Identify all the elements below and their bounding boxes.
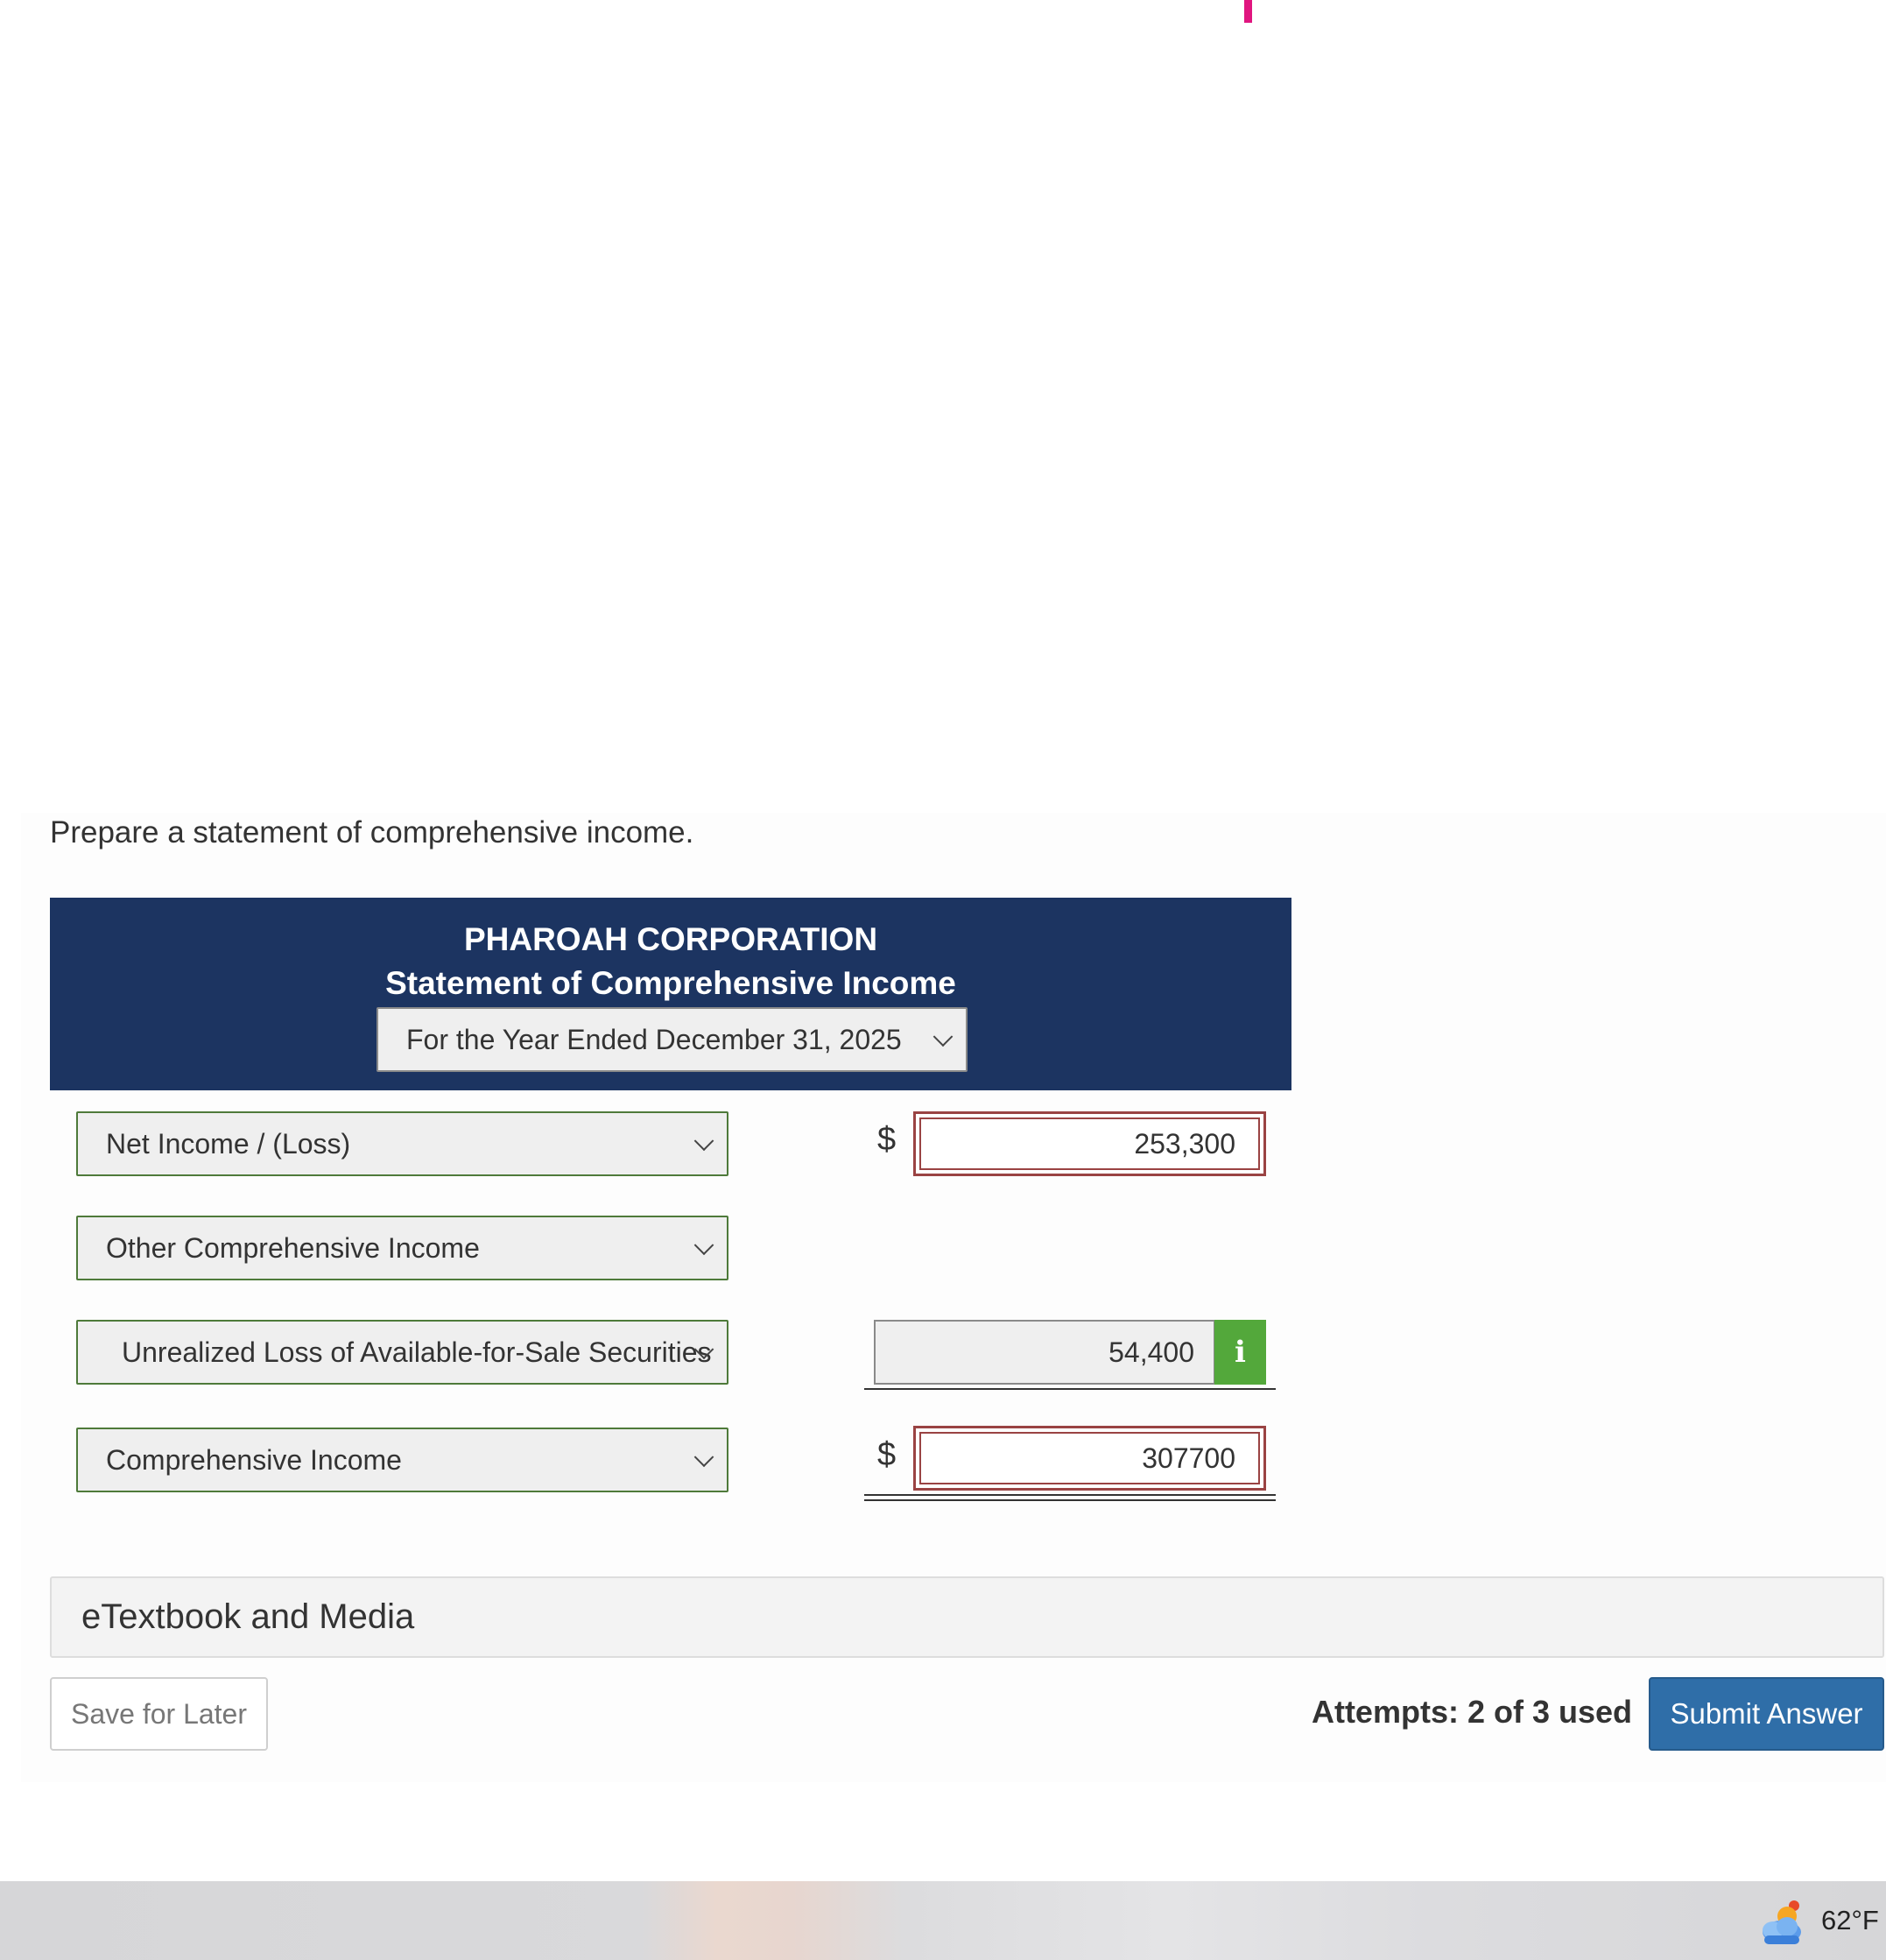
etextbook-media-toggle[interactable]: eTextbook and Media xyxy=(50,1576,1884,1658)
unrealized-loss-select[interactable]: Unrealized Loss of Available-for-Sale Se… xyxy=(76,1320,728,1385)
chevron-down-icon xyxy=(693,1131,714,1152)
total-underline-bottom xyxy=(864,1499,1276,1501)
submit-answer-button[interactable]: Submit Answer xyxy=(1649,1677,1884,1751)
comprehensive-income-label: Comprehensive Income xyxy=(106,1443,402,1476)
chevron-down-icon xyxy=(693,1235,714,1256)
net-income-input[interactable]: 253,300 xyxy=(913,1111,1266,1176)
attempts-counter: Attempts: 2 of 3 used xyxy=(1311,1694,1632,1730)
page-marker xyxy=(1244,0,1252,23)
statement-header: PHAROAH CORPORATION Statement of Compreh… xyxy=(50,898,1291,1090)
partly-cloudy-icon[interactable] xyxy=(1756,1897,1806,1948)
company-name: PHAROAH CORPORATION xyxy=(463,921,878,957)
save-for-later-button[interactable]: Save for Later xyxy=(50,1677,268,1751)
comprehensive-income-input[interactable]: 307700 xyxy=(913,1426,1266,1491)
statement-title: Statement of Comprehensive Income xyxy=(385,965,956,1001)
info-icon[interactable]: i xyxy=(1214,1320,1266,1385)
subtotal-underline xyxy=(864,1388,1276,1390)
comprehensive-income-select[interactable]: Comprehensive Income xyxy=(76,1428,728,1492)
dollar-sign: $ xyxy=(877,1121,897,1158)
net-income-select[interactable]: Net Income / (Loss) xyxy=(76,1111,728,1176)
dollar-sign: $ xyxy=(877,1436,897,1473)
taskbar xyxy=(0,1881,1886,1960)
period-select[interactable]: For the Year Ended December 31, 2025 xyxy=(376,1007,968,1072)
chevron-down-icon xyxy=(693,1447,714,1468)
chevron-down-icon xyxy=(932,1026,954,1047)
total-underline-top xyxy=(864,1494,1276,1496)
temperature-readout: 62°F xyxy=(1821,1905,1879,1935)
other-comprehensive-income-select[interactable]: Other Comprehensive Income xyxy=(76,1216,728,1280)
unrealized-loss-label: Unrealized Loss of Available-for-Sale Se… xyxy=(122,1336,712,1368)
comprehensive-income-value: 307700 xyxy=(919,1432,1260,1484)
net-income-value: 253,300 xyxy=(919,1117,1260,1170)
other-comprehensive-income-label: Other Comprehensive Income xyxy=(106,1231,480,1264)
net-income-label: Net Income / (Loss) xyxy=(106,1127,351,1160)
unrealized-loss-value: 54,400 xyxy=(874,1320,1215,1385)
question-prompt: Prepare a statement of comprehensive inc… xyxy=(50,815,694,850)
period-select-value: For the Year Ended December 31, 2025 xyxy=(406,1023,902,1055)
